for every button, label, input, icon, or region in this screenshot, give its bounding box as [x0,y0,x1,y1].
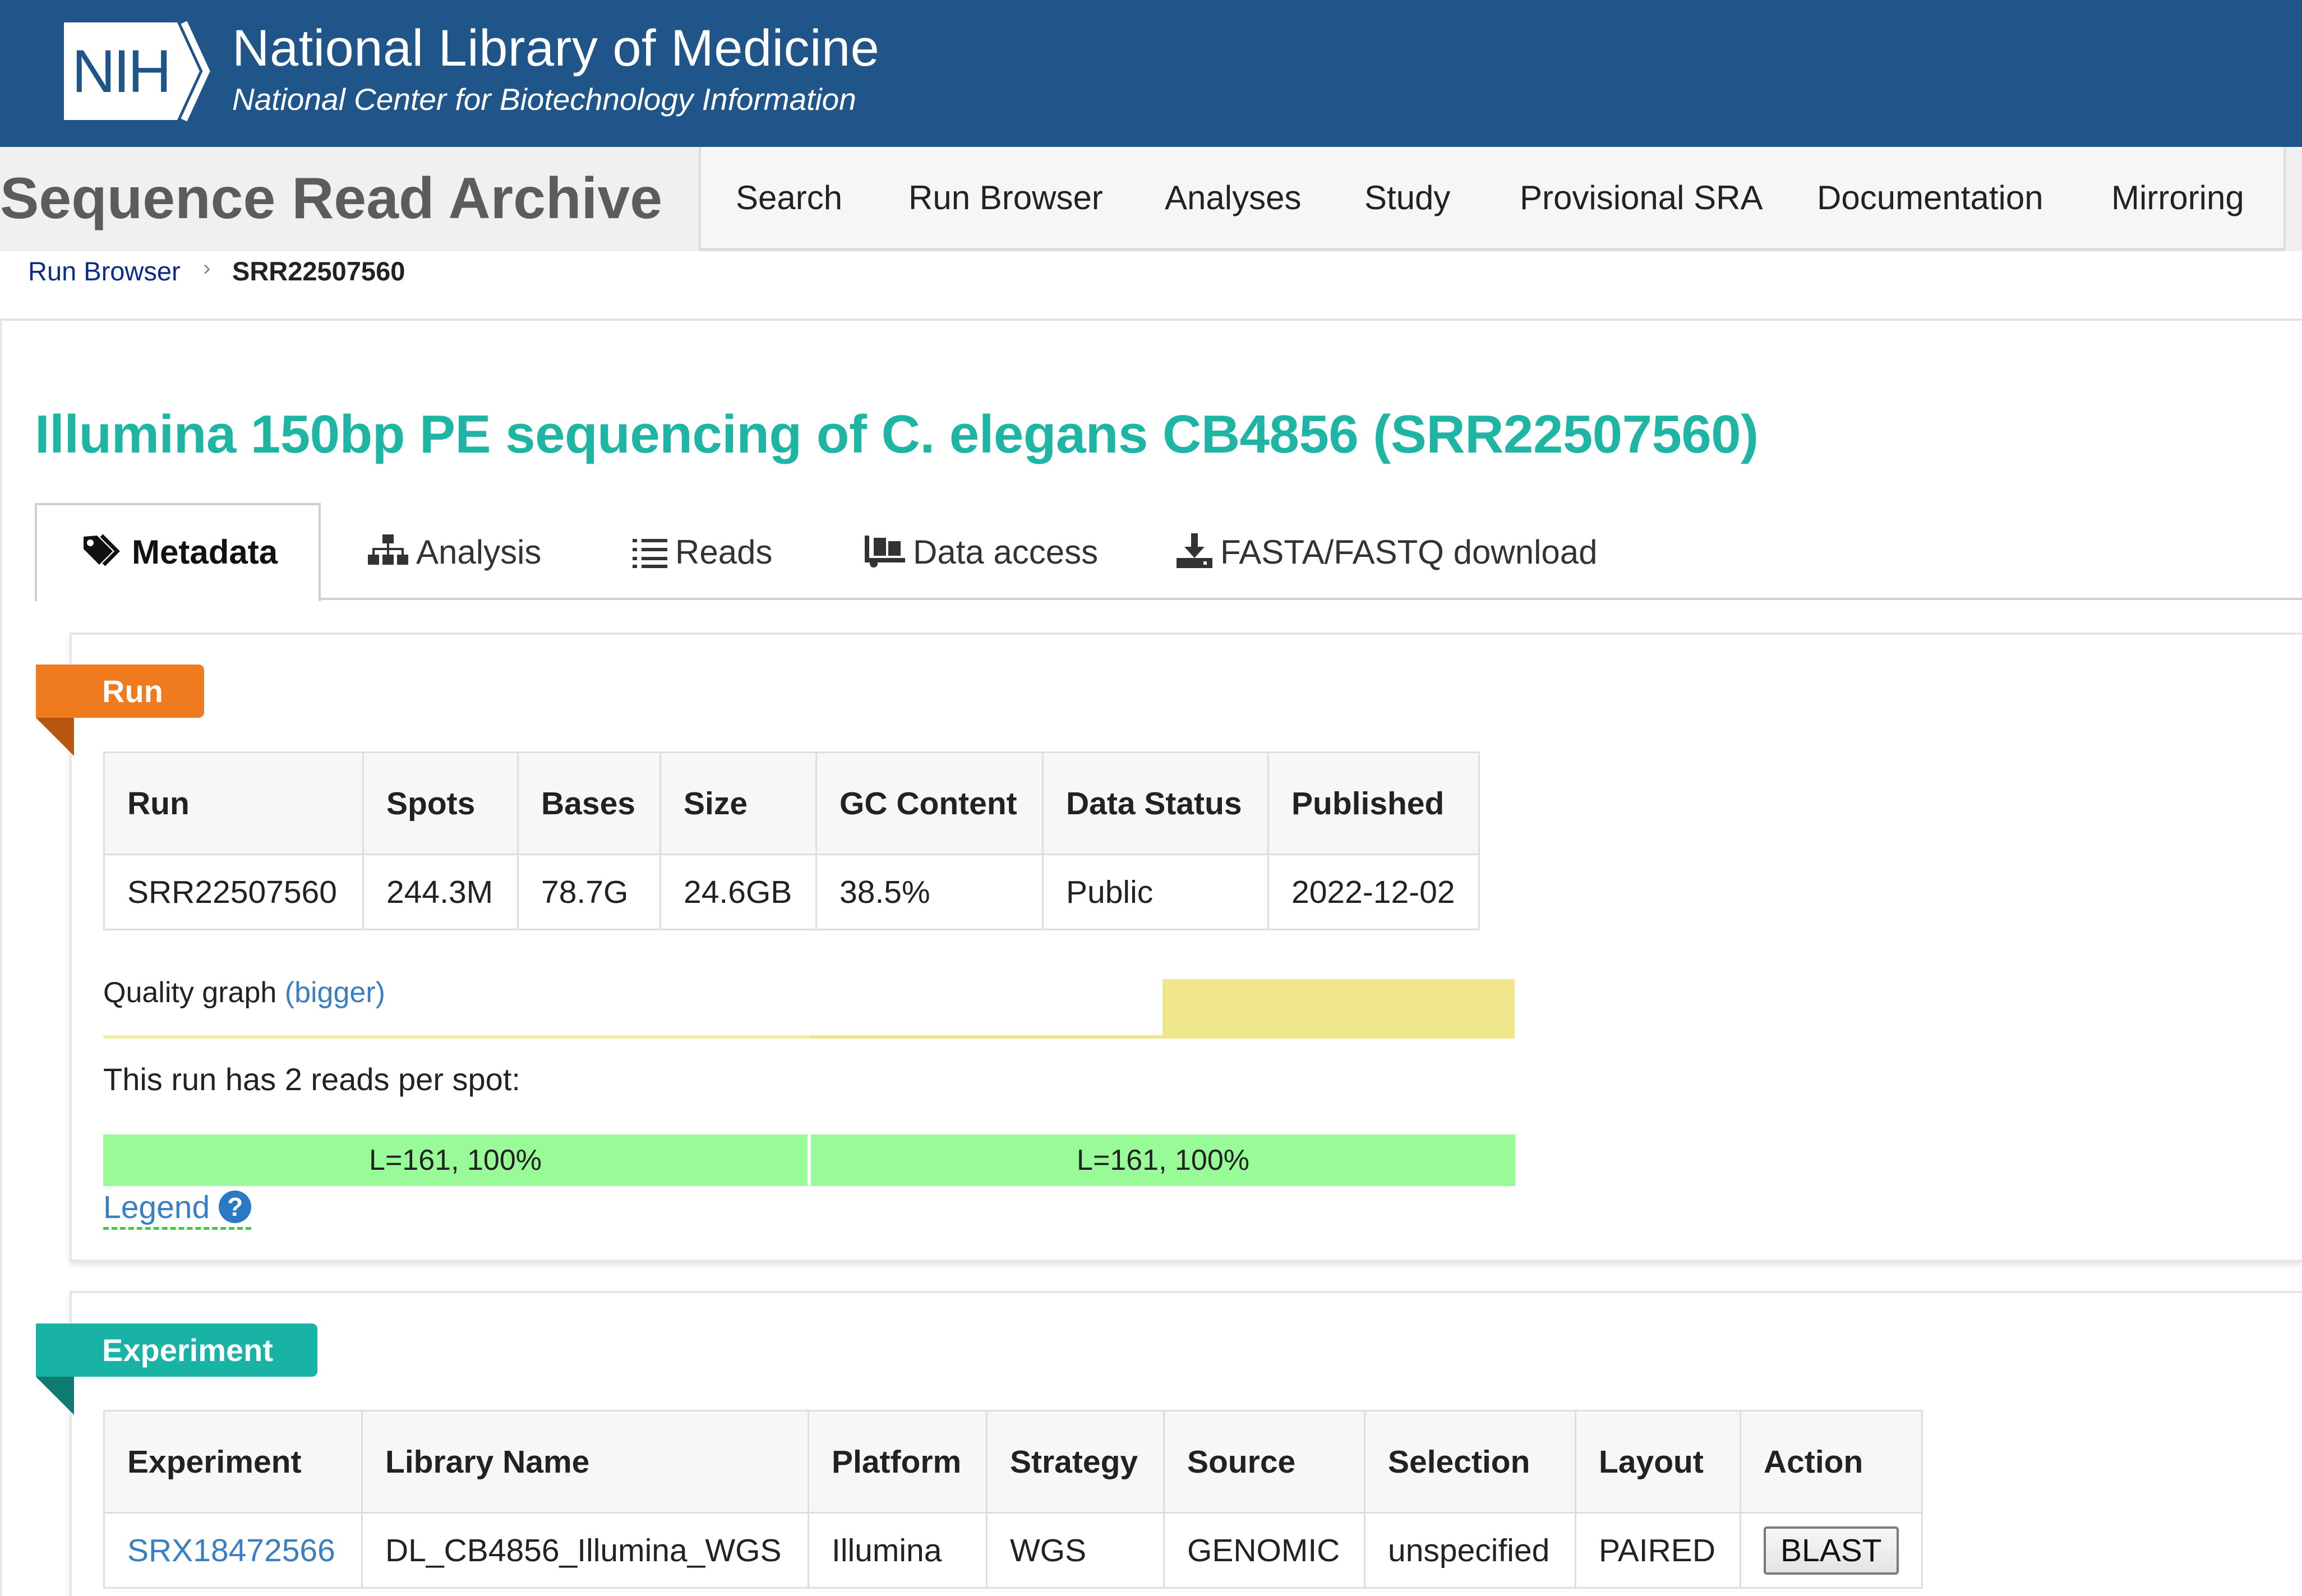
tab-reads[interactable]: Reads [633,533,772,571]
col-layout: Layout [1575,1410,1741,1514]
experiment-table: Experiment Library Name Platform Strateg… [103,1410,1923,1589]
nih-logo[interactable]: NIH [59,21,216,121]
col-action: Action [1740,1410,1923,1514]
read-bar-2: L=161, 100% [811,1134,1515,1186]
table-row: SRX18472566 DL_CB4856_Illumina_WGS Illum… [103,1512,1923,1589]
experiment-link[interactable]: SRX18472566 [127,1533,335,1569]
cell-spots: 244.3M [362,854,519,930]
cell-published: 2022-12-02 [1267,854,1480,930]
col-size: Size [659,751,817,855]
run-ribbon: Run [36,665,204,718]
tab-fasta-download[interactable]: FASTA/FASTQ download [1177,533,1598,571]
sra-nav: Search Run Browser Analyses Study Provis… [699,147,2286,251]
col-bases: Bases [517,751,661,855]
col-data-status: Data Status [1042,751,1269,855]
quality-graph-line [810,1035,1163,1039]
tabs-underline [320,598,2302,600]
col-source: Source [1163,1410,1365,1514]
table-row: SRR22507560 244.3M 78.7G 24.6GB 38.5% Pu… [103,854,1480,930]
run-table-header: Run Spots Bases Size GC Content Data Sta… [103,751,1480,855]
reads-per-spot-text: This run has 2 reads per spot: [103,1062,520,1097]
nlm-title[interactable]: National Library of Medicine [232,19,879,78]
sra-title[interactable]: Sequence Read Archive [0,165,662,232]
list-icon [633,539,667,568]
tab-reads-label: Reads [675,533,773,571]
col-selection: Selection [1364,1410,1576,1514]
tags-icon [84,534,120,566]
col-library-name: Library Name [361,1410,809,1514]
nav-analyses[interactable]: Analyses [1165,178,1301,217]
col-platform: Platform [808,1410,988,1514]
breadcrumb-run-browser[interactable]: Run Browser [28,256,181,287]
cell-selection: unspecified [1364,1512,1576,1589]
tab-analysis-label: Analysis [416,533,542,571]
quality-graph-block[interactable] [1162,979,1515,1039]
ncbi-subtitle: National Center for Biotechnology Inform… [232,82,856,117]
quality-graph-line [103,1035,810,1039]
nih-header: NIH National Library of Medicine Nationa… [0,0,2302,147]
dolly-icon [865,536,905,568]
col-gc-content: GC Content [815,751,1044,855]
cell-action: BLAST [1740,1512,1923,1589]
read-bar-1: L=161, 100% [103,1134,808,1186]
tab-data-access-label: Data access [913,533,1099,571]
experiment-ribbon-fold [36,1377,74,1415]
cell-size: 24.6GB [659,854,817,930]
cell-strategy: WGS [986,1512,1165,1589]
cell-run: SRR22507560 [103,854,364,930]
experiment-ribbon: Experiment [36,1323,317,1377]
help-icon: ? [219,1191,252,1223]
quality-graph-text: Quality graph [103,976,277,1009]
cell-platform: Illumina [808,1512,988,1589]
breadcrumb-current: SRR22507560 [232,256,405,286]
nav-study[interactable]: Study [1364,178,1450,217]
cell-library-name: DL_CB4856_Illumina_WGS [361,1512,809,1589]
download-icon [1177,533,1212,568]
quality-graph-label: Quality graph (bigger) [103,976,385,1009]
blast-button[interactable]: BLAST [1764,1526,1899,1575]
cell-source: GENOMIC [1163,1512,1365,1589]
tab-fasta-download-label: FASTA/FASTQ download [1220,533,1598,571]
cell-data-status: Public [1042,854,1269,930]
legend-label: Legend [103,1189,210,1225]
col-strategy: Strategy [986,1410,1165,1514]
tab-metadata-label: Metadata [132,533,278,571]
experiment-table-header: Experiment Library Name Platform Strateg… [103,1410,1923,1514]
quality-graph-bigger-link[interactable]: (bigger) [285,976,385,1009]
run-ribbon-fold [36,718,74,756]
tab-metadata[interactable]: Metadata [81,533,278,571]
tab-data-access[interactable]: Data access [865,533,1098,571]
legend-link[interactable]: Legend? [103,1189,252,1230]
cell-bases: 78.7G [517,854,661,930]
sitemap-icon [368,534,408,565]
cell-gc-content: 38.5% [815,854,1044,930]
tab-analysis[interactable]: Analysis [368,533,541,571]
page-title: Illumina 150bp PE sequencing of C. elega… [35,404,1759,464]
col-experiment: Experiment [103,1410,363,1514]
run-table: Run Spots Bases Size GC Content Data Sta… [103,751,1480,930]
nav-mirroring[interactable]: Mirroring [2111,178,2244,217]
nav-documentation[interactable]: Documentation [1817,178,2043,217]
col-run: Run [103,751,364,855]
col-spots: Spots [362,751,519,855]
cell-experiment: SRX18472566 [103,1512,363,1589]
cell-layout: PAIRED [1575,1512,1741,1589]
nav-search[interactable]: Search [736,178,842,217]
nih-logo-text: NIH [72,37,169,105]
nav-run-browser[interactable]: Run Browser [908,178,1103,217]
breadcrumb-separator: › [203,256,211,280]
col-published: Published [1267,751,1480,855]
nav-provisional-sra[interactable]: Provisional SRA [1520,178,1763,217]
